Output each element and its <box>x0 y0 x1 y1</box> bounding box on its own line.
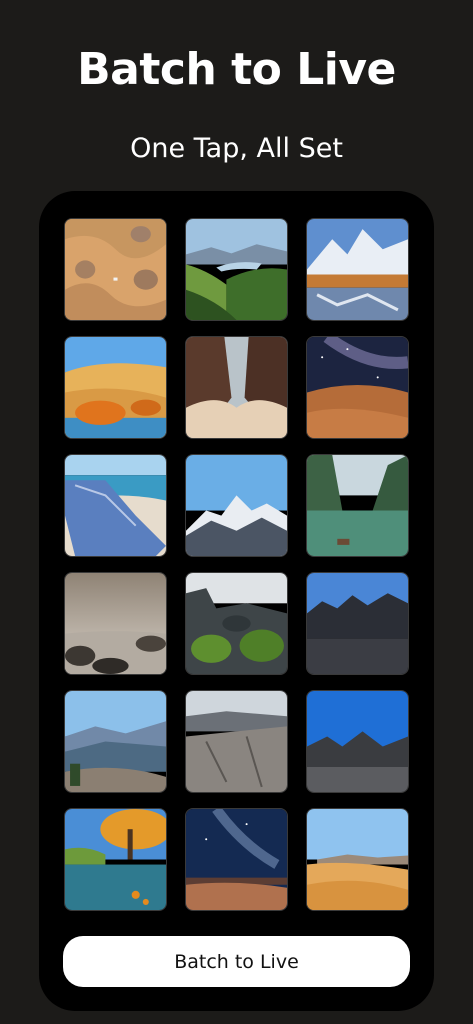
photo-thumbnail[interactable] <box>306 808 409 911</box>
photo-grid <box>64 218 409 911</box>
screen: Batch to Live One Tap, All Set Batch to … <box>0 0 473 1024</box>
photo-thumbnail[interactable] <box>185 336 288 439</box>
photo-thumbnail[interactable] <box>185 218 288 321</box>
photo-thumbnail[interactable] <box>185 690 288 793</box>
photo-thumbnail[interactable] <box>306 572 409 675</box>
page-title: Batch to Live <box>77 44 396 95</box>
photo-thumbnail[interactable] <box>306 336 409 439</box>
photo-thumbnail[interactable] <box>306 690 409 793</box>
photo-thumbnail[interactable] <box>64 336 167 439</box>
photo-thumbnail[interactable] <box>64 454 167 557</box>
photo-thumbnail[interactable] <box>306 218 409 321</box>
phone-panel: Batch to Live <box>39 191 434 1011</box>
photo-thumbnail[interactable] <box>306 454 409 557</box>
page-subtitle: One Tap, All Set <box>130 133 343 164</box>
photo-thumbnail[interactable] <box>185 572 288 675</box>
photo-thumbnail[interactable] <box>185 808 288 911</box>
photo-thumbnail[interactable] <box>64 808 167 911</box>
photo-thumbnail[interactable] <box>64 572 167 675</box>
photo-thumbnail[interactable] <box>185 454 288 557</box>
photo-thumbnail[interactable] <box>64 690 167 793</box>
photo-thumbnail[interactable] <box>64 218 167 321</box>
batch-to-live-button[interactable]: Batch to Live <box>63 936 410 987</box>
